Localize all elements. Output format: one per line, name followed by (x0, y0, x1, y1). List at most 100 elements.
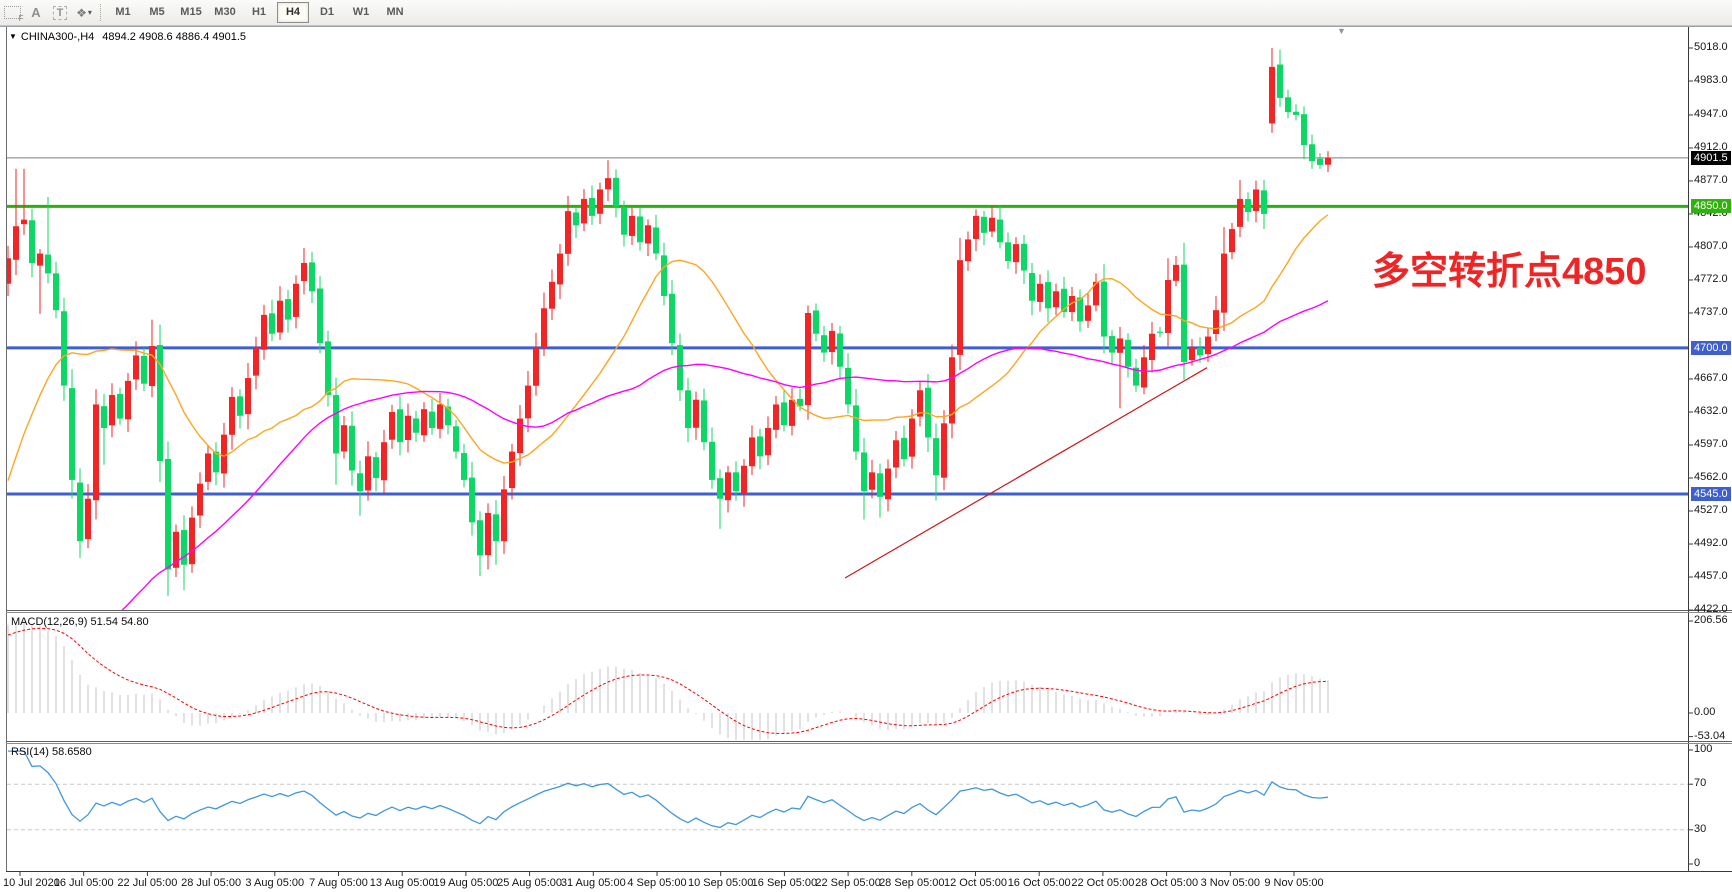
candle (245, 378, 251, 414)
candle (997, 220, 1003, 243)
candle (413, 418, 419, 432)
text-box-icon: T (53, 6, 68, 20)
timeframe-button-m30[interactable]: M30 (209, 2, 241, 23)
candle (973, 216, 979, 239)
dotted-grid-button[interactable]: F (1, 2, 23, 23)
candle (1029, 273, 1035, 301)
candle (693, 400, 699, 428)
candle (1053, 291, 1059, 307)
candle (357, 473, 363, 491)
candle (605, 178, 611, 189)
candle (1237, 199, 1243, 227)
candle (397, 409, 403, 442)
candle (349, 426, 355, 471)
candle (429, 412, 435, 428)
price-badge: 4901.5 (1691, 151, 1731, 165)
timeframe-button-mn[interactable]: MN (379, 2, 411, 23)
chart-dropdown-icon[interactable]: ▼ (9, 32, 17, 41)
candle (445, 407, 451, 426)
candle (981, 217, 987, 233)
timeframe-button-h4[interactable]: H4 (277, 2, 309, 23)
chart-frame (0, 27, 1732, 877)
candle (509, 452, 515, 488)
candle (365, 456, 371, 490)
candle (989, 218, 995, 232)
candle (1197, 348, 1203, 355)
rsi-panel[interactable] (7, 751, 1688, 830)
candle (133, 355, 139, 379)
candle (669, 294, 675, 343)
timeframe-button-w1[interactable]: W1 (345, 2, 377, 23)
macd-panel[interactable] (8, 621, 1328, 742)
candle (1157, 332, 1163, 333)
candle (1261, 190, 1267, 214)
candle (69, 388, 75, 480)
chart-title: ▼ CHINA300-,H4 4894.2 4908.6 4886.4 4901.5 (9, 31, 246, 43)
price-tick-label: 4527.0 (1694, 504, 1732, 516)
candle (749, 437, 755, 466)
main-price-panel[interactable] (5, 48, 1688, 730)
candlesticks (5, 48, 1331, 596)
candle (37, 254, 43, 266)
macd-current-values: 51.54 54.80 (90, 616, 148, 628)
price-tick-label: 4983.0 (1694, 74, 1732, 86)
candle (709, 442, 715, 480)
candle (45, 255, 51, 274)
rsi-line (8, 751, 1328, 827)
candle (389, 412, 395, 440)
trend-line[interactable] (845, 368, 1207, 578)
price-tick-label: 4667.0 (1694, 372, 1732, 384)
candle (717, 478, 723, 499)
price-tick-label: 4807.0 (1694, 240, 1732, 252)
chart-shift-marker-icon[interactable]: ▼ (1337, 26, 1346, 36)
price-tick-label: 4947.0 (1694, 108, 1732, 120)
candle (85, 499, 91, 539)
text-label-button[interactable]: A (25, 2, 47, 23)
candle (805, 313, 811, 405)
chevron-down-icon: ▾ (88, 8, 92, 17)
candle (861, 452, 867, 491)
candle (893, 440, 899, 467)
timeframe-button-m5[interactable]: M5 (141, 2, 173, 23)
candle (1293, 112, 1299, 115)
macd-tick-label: 0.00 (1694, 706, 1732, 718)
candle (141, 356, 147, 384)
price-tick-label: 5018.0 (1694, 41, 1732, 53)
candle (653, 227, 659, 253)
arrows-icon: ❖ (76, 6, 85, 20)
price-chart-canvas[interactable] (0, 0, 1732, 892)
timeframe-button-h1[interactable]: H1 (243, 2, 275, 23)
candle (789, 400, 795, 426)
macd-tick-label: 206.56 (1694, 614, 1732, 626)
candle (853, 405, 859, 451)
timeframe-button-d1[interactable]: D1 (311, 2, 343, 23)
candle (661, 255, 667, 296)
chart-annotation-text[interactable]: 多空转折点4850 (1372, 240, 1647, 295)
arrows-button[interactable]: ❖ ▾ (73, 2, 95, 23)
candle (781, 402, 787, 425)
candle (829, 331, 835, 352)
candle (613, 178, 619, 207)
candle (269, 313, 275, 333)
candle (237, 396, 243, 415)
candle (493, 514, 499, 541)
chart-ohlc-values: 4894.2 4908.6 4886.4 4901.5 (102, 31, 246, 43)
candle (1181, 265, 1187, 362)
candle (61, 311, 67, 385)
candle (837, 333, 843, 366)
candle (1253, 189, 1259, 211)
candle (941, 423, 947, 477)
candle (701, 400, 707, 442)
candle (285, 299, 291, 320)
text-box-button[interactable]: T (49, 2, 71, 23)
candle (277, 301, 283, 333)
chart-symbol-label: CHINA300-,H4 (21, 31, 94, 43)
candle (5, 258, 11, 283)
candle (1229, 229, 1235, 252)
timeframe-button-m15[interactable]: M15 (175, 2, 207, 23)
candle (53, 273, 59, 310)
timeframe-button-m1[interactable]: M1 (107, 2, 139, 23)
toolbar-group-objects: F A T ❖ ▾ (0, 0, 96, 25)
candle (813, 310, 819, 333)
candle (965, 239, 971, 261)
